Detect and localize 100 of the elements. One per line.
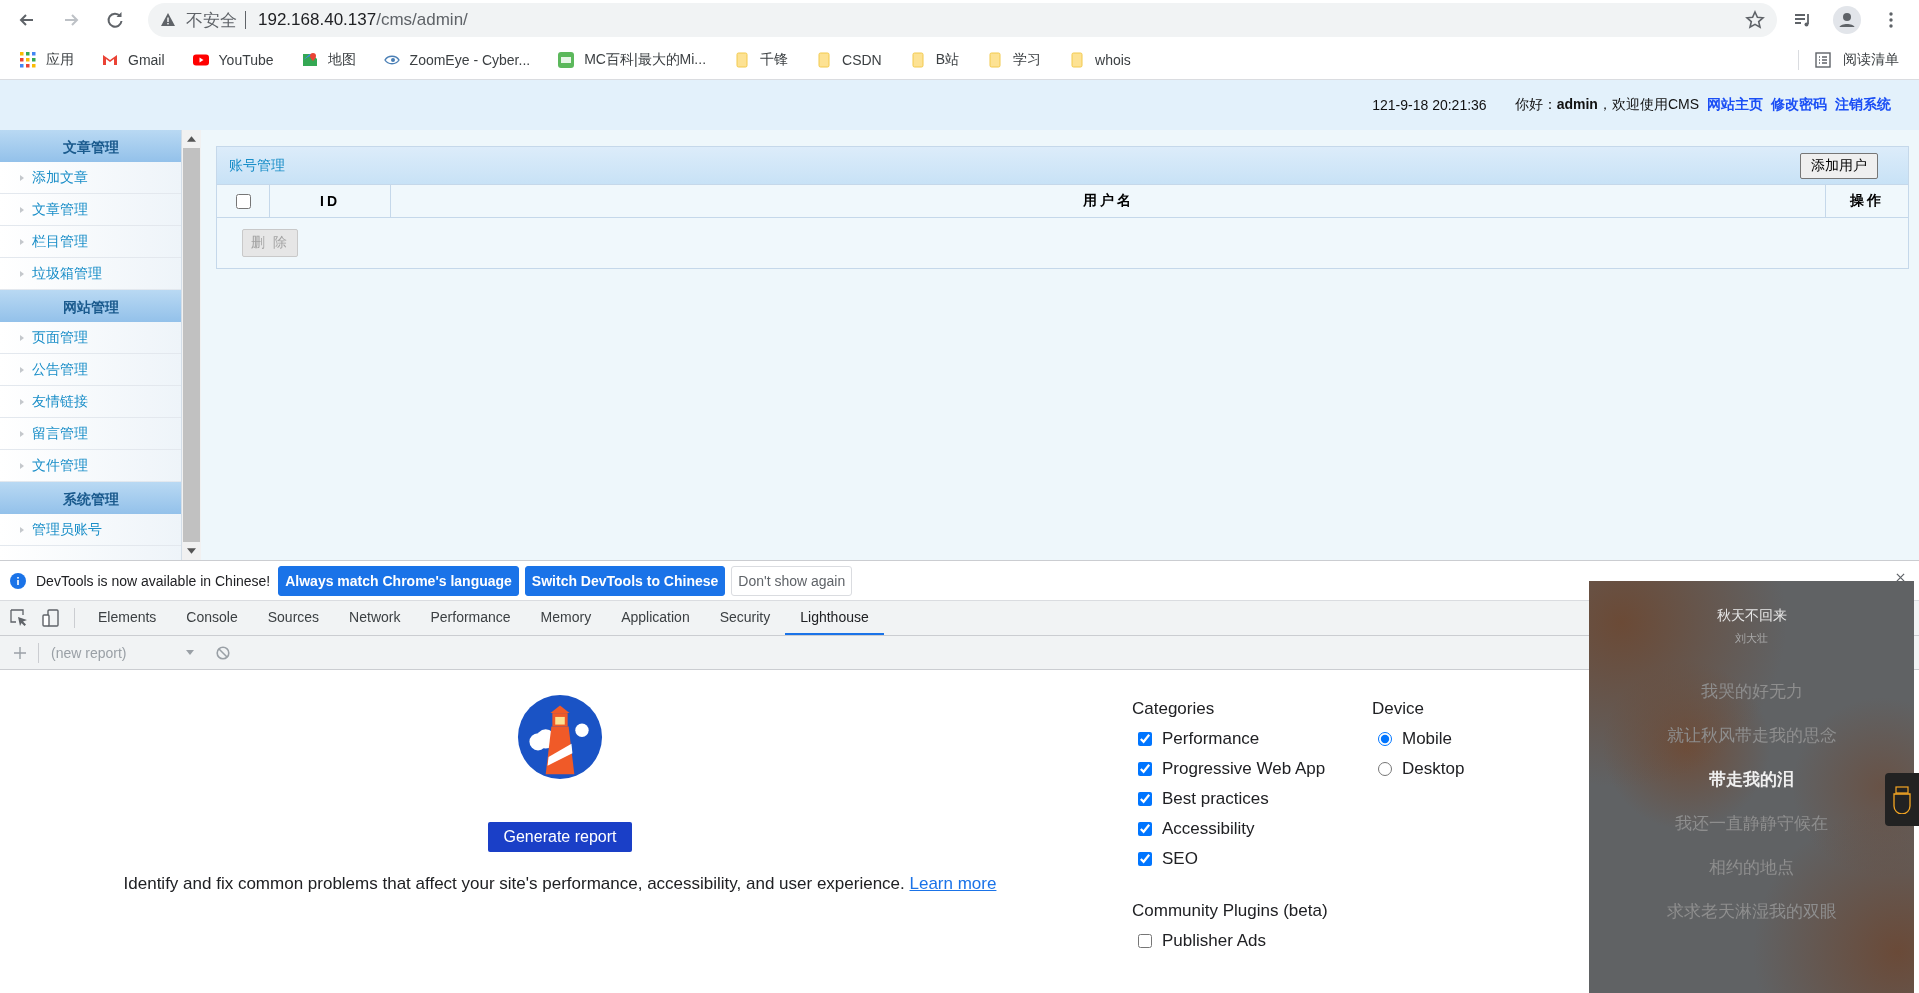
bullet-icon	[20, 334, 24, 341]
bullet-icon	[20, 270, 24, 277]
category-option[interactable]: Progressive Web App	[1132, 754, 1342, 784]
devtools-tab[interactable]: Performance	[415, 601, 526, 635]
artist-name: 刘大壮	[1735, 631, 1768, 646]
device-option[interactable]: Desktop	[1372, 754, 1492, 784]
scroll-thumb[interactable]	[183, 148, 200, 542]
device-option[interactable]: Mobile	[1372, 724, 1492, 754]
folder-icon	[909, 51, 926, 68]
infobar-button[interactable]: Always match Chrome's language	[278, 565, 519, 596]
category-option[interactable]: Accessibility	[1132, 814, 1342, 844]
folder-icon	[816, 51, 833, 68]
clear-icon[interactable]	[216, 645, 231, 660]
learn-more-link[interactable]: Learn more	[909, 874, 997, 893]
usb-drive-icon	[1893, 785, 1911, 814]
apps-grid-icon	[20, 51, 36, 68]
sidebar-item[interactable]: 留言管理	[0, 418, 181, 450]
sidebar-group-header: 系统管理	[0, 482, 181, 514]
column-header: ID	[270, 185, 391, 217]
profile-avatar-icon[interactable]	[1833, 6, 1861, 34]
categories-title: Categories	[1132, 698, 1216, 720]
header-link[interactable]: 修改密码	[1771, 96, 1827, 114]
sidebar-item[interactable]: 添加文章	[0, 162, 181, 194]
bullet-icon	[20, 430, 24, 437]
bullet-icon	[20, 526, 24, 533]
bookmark[interactable]: 应用	[20, 50, 74, 69]
greeting-text: 你好：admin，欢迎使用CMS	[1514, 96, 1699, 114]
info-message: DevTools is now available in Chinese!	[36, 572, 271, 589]
bookmark[interactable]: 地图	[301, 50, 356, 69]
bookmark[interactable]: whois	[1069, 51, 1131, 68]
device-radio[interactable]	[1378, 732, 1392, 746]
inspect-icon[interactable]	[10, 609, 28, 627]
map-pin-icon	[301, 51, 318, 68]
category-checkbox[interactable]	[1138, 822, 1152, 836]
reading-list-link[interactable]: 阅读清单	[1843, 50, 1899, 69]
datetime-text: 121-9-18 20:21:36	[1372, 97, 1487, 113]
bookmark[interactable]: YouTube	[192, 51, 274, 68]
devtools-tab[interactable]: Sources	[252, 601, 335, 635]
folder-icon	[1069, 51, 1086, 68]
bullet-icon	[20, 366, 24, 373]
scroll-down-icon[interactable]	[187, 548, 196, 554]
star-icon[interactable]	[1745, 10, 1765, 30]
bullet-icon	[20, 238, 24, 245]
address-bar[interactable]: 不安全 192.168.40.137/cms/admin/	[148, 3, 1777, 37]
bookmark[interactable]: B站	[909, 50, 960, 69]
infobar-button[interactable]: Switch DevTools to Chinese	[524, 565, 726, 596]
bookmark[interactable]: ZoomEye - Cyber...	[383, 51, 531, 68]
device-radio[interactable]	[1378, 762, 1392, 776]
category-checkbox[interactable]	[1138, 792, 1152, 806]
devtools-tab[interactable]: Security	[704, 601, 786, 635]
select-all-checkbox[interactable]	[235, 193, 251, 209]
sidebar-item[interactable]: 栏目管理	[0, 226, 181, 258]
devtools-tab[interactable]: Memory	[525, 601, 607, 635]
sidebar-item[interactable]: 公告管理	[0, 354, 181, 386]
infobar-button[interactable]: Don't show again	[731, 565, 853, 596]
bookmark[interactable]: Gmail	[102, 51, 165, 68]
bullet-icon	[20, 462, 24, 469]
app-tile-icon	[558, 51, 575, 68]
generate-report-button[interactable]: Generate report	[487, 822, 633, 852]
security-label: 不安全	[186, 9, 237, 32]
panel-title: 账号管理	[229, 156, 285, 175]
bullet-icon	[20, 398, 24, 405]
bullet-icon	[20, 206, 24, 213]
devtools-tab[interactable]: Network	[334, 601, 416, 635]
header-link[interactable]: 注销系统	[1835, 96, 1891, 114]
device-toggle-icon[interactable]	[42, 609, 60, 627]
category-checkbox[interactable]	[1138, 732, 1152, 746]
bookmark[interactable]: MC百科|最大的Mi...	[558, 50, 707, 69]
sidebar-item[interactable]: 友情链接	[0, 386, 181, 418]
plugin-checkbox[interactable]	[1138, 934, 1152, 948]
column-header: 用户名	[391, 185, 1826, 217]
category-checkbox[interactable]	[1138, 762, 1152, 776]
plugin-option[interactable]: Publisher Ads	[1132, 926, 1492, 956]
scroll-up-icon[interactable]	[187, 136, 196, 142]
close-icon[interactable]	[1896, 573, 1905, 582]
lyric-line: 带走我的泪	[1709, 769, 1794, 791]
url-text: 192.168.40.137/cms/admin/	[258, 10, 469, 30]
reading-list-icon	[1815, 51, 1831, 68]
header-link[interactable]: 网站主页	[1707, 96, 1763, 114]
side-handle[interactable]	[1885, 773, 1919, 826]
devtools-tab[interactable]: Application	[606, 601, 705, 635]
category-option[interactable]: SEO	[1132, 844, 1342, 874]
category-checkbox[interactable]	[1138, 852, 1152, 866]
devtools-tab[interactable]: Elements	[83, 601, 172, 635]
scrollbar[interactable]	[182, 130, 201, 560]
sidebar-group-header: 网站管理	[0, 290, 181, 322]
folder-icon	[987, 51, 1004, 68]
caret-icon	[186, 650, 195, 655]
sidebar-item[interactable]: 页面管理	[0, 322, 181, 354]
bookmark[interactable]: 学习	[987, 50, 1042, 69]
bookmark[interactable]: 千锋	[734, 50, 789, 69]
info-icon	[10, 572, 26, 589]
devtools-tab[interactable]: Console	[171, 601, 253, 635]
category-option[interactable]: Performance	[1132, 724, 1342, 754]
sidebar-item[interactable]: 管理员账号	[0, 514, 181, 546]
add-user-button[interactable]: 添加用户	[1800, 152, 1878, 179]
bookmark[interactable]: CSDN	[816, 51, 882, 68]
sidebar-item[interactable]: 文章管理	[0, 194, 181, 226]
plugins-title: Community Plugins (beta)	[1132, 900, 1329, 922]
category-option[interactable]: Best practices	[1132, 784, 1342, 814]
